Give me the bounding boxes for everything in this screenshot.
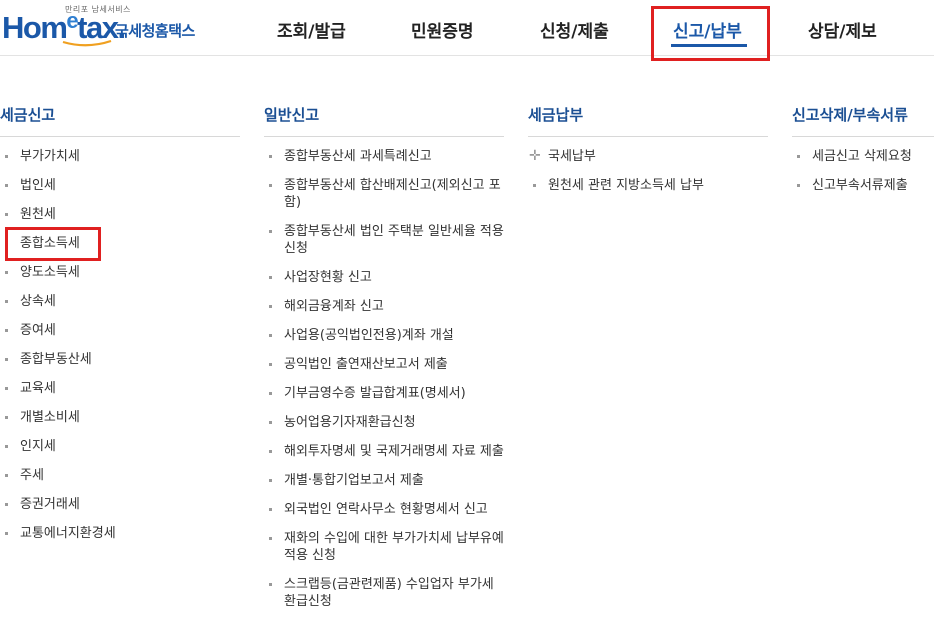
list-item[interactable]: 종합부동산세 합산배제신고(제외신고 포함) xyxy=(264,177,504,211)
list-item[interactable]: 종합부동산세 과세특례신고 xyxy=(264,148,504,165)
list-item[interactable]: 스크랩등(금관련제품) 수입업자 부가세 환급신청 xyxy=(264,576,504,610)
list-item-expandable[interactable]: ✛ 국세납부 xyxy=(528,148,768,165)
list-item-label: 국세납부 xyxy=(548,149,596,164)
logo-brand-e: e xyxy=(66,8,78,33)
list-item[interactable]: 외국법인 연락사무소 현황명세서 신고 xyxy=(264,501,504,518)
list-item[interactable]: 공익법인 출연재산보고서 제출 xyxy=(264,356,504,373)
column-tax-payment: 세금납부 ✛ 국세납부 원천세 관련 지방소득세 납부 xyxy=(528,100,768,206)
report-delete-list: 세금신고 삭제요청 신고부속서류제출 xyxy=(792,148,934,194)
column-title-tax-report: 세금신고 xyxy=(0,100,240,137)
column-tax-report: 세금신고 부가가치세 법인세 원천세 종합소득세 양도소득세 상속세 증여세 종… xyxy=(0,100,240,554)
logo-korean-name: 국세청홈택스 xyxy=(115,22,195,40)
nav-civil-certificate[interactable]: 민원증명 xyxy=(411,17,474,42)
tax-payment-list: ✛ 국세납부 원천세 관련 지방소득세 납부 xyxy=(528,148,768,194)
nav-report-pay[interactable]: 신고/납부 xyxy=(673,17,742,42)
list-item[interactable]: 증여세 xyxy=(0,322,240,339)
list-item[interactable]: 증권거래세 xyxy=(0,496,240,513)
top-header: 만리포 남세서비스 Hometax. 국세청홈택스 조회/발급 민원증명 신청/… xyxy=(0,0,934,56)
list-item[interactable]: 종합부동산세 법인 주택분 일반세율 적용 신청 xyxy=(264,223,504,257)
list-item[interactable]: 재화의 수입에 대한 부가가치세 납부유예 적용 신청 xyxy=(264,530,504,564)
active-nav-underline xyxy=(671,44,747,47)
list-item[interactable]: 사업장현황 신고 xyxy=(264,269,504,286)
column-report-delete: 신고삭제/부속서류 세금신고 삭제요청 신고부속서류제출 xyxy=(792,100,934,206)
list-item[interactable]: 교육세 xyxy=(0,380,240,397)
list-item[interactable]: 해외금융계좌 신고 xyxy=(264,298,504,315)
nav-consult-report[interactable]: 상담/제보 xyxy=(808,17,877,42)
column-title-tax-payment: 세금납부 xyxy=(528,100,768,137)
list-item[interactable]: 부가가치세 xyxy=(0,148,240,165)
list-item[interactable]: 원천세 관련 지방소득세 납부 xyxy=(528,177,768,194)
nav-lookup-issue[interactable]: 조회/발급 xyxy=(277,17,346,42)
list-item[interactable]: 인지세 xyxy=(0,438,240,455)
list-item[interactable]: 사업용(공익법인전용)계좌 개설 xyxy=(264,327,504,344)
hometax-page: 만리포 남세서비스 Hometax. 국세청홈택스 조회/발급 민원증명 신청/… xyxy=(0,0,934,624)
list-item[interactable]: 개별소비세 xyxy=(0,409,240,426)
list-item[interactable]: 주세 xyxy=(0,467,240,484)
list-item[interactable]: 상속세 xyxy=(0,293,240,310)
column-title-general-report: 일반신고 xyxy=(264,100,504,137)
hometax-logo[interactable]: 만리포 남세서비스 Hometax. 국세청홈택스 xyxy=(2,4,207,48)
plus-icon[interactable]: ✛ xyxy=(529,149,541,163)
list-item[interactable]: 원천세 xyxy=(0,206,240,223)
list-item[interactable]: 교통에너지환경세 xyxy=(0,525,240,542)
nav-apply-submit[interactable]: 신청/제출 xyxy=(540,17,609,42)
list-item[interactable]: 개별·통합기업보고서 제출 xyxy=(264,472,504,489)
list-item[interactable]: 세금신고 삭제요청 xyxy=(792,148,934,165)
tax-report-list: 부가가치세 법인세 원천세 종합소득세 양도소득세 상속세 증여세 종합부동산세… xyxy=(0,148,240,542)
list-item[interactable]: 신고부속서류제출 xyxy=(792,177,934,194)
logo-swoosh-icon xyxy=(62,40,112,47)
list-item[interactable]: 농어업용기자재환급신청 xyxy=(264,414,504,431)
list-item[interactable]: 법인세 xyxy=(0,177,240,194)
list-item[interactable]: 기부금영수증 발급합계표(명세서) xyxy=(264,385,504,402)
list-item[interactable]: 해외투자명세 및 국제거래명세 자료 제출 xyxy=(264,443,504,460)
column-general-report: 일반신고 종합부동산세 과세특례신고 종합부동산세 합산배제신고(제외신고 포함… xyxy=(264,100,504,622)
logo-brand-main: Hom xyxy=(2,10,68,45)
list-item[interactable]: 양도소득세 xyxy=(0,264,240,281)
list-item-comprehensive-income-tax[interactable]: 종합소득세 xyxy=(0,235,240,252)
general-report-list: 종합부동산세 과세특례신고 종합부동산세 합산배제신고(제외신고 포함) 종합부… xyxy=(264,148,504,610)
list-item[interactable]: 종합부동산세 xyxy=(0,351,240,368)
column-title-report-delete: 신고삭제/부속서류 xyxy=(792,100,934,137)
